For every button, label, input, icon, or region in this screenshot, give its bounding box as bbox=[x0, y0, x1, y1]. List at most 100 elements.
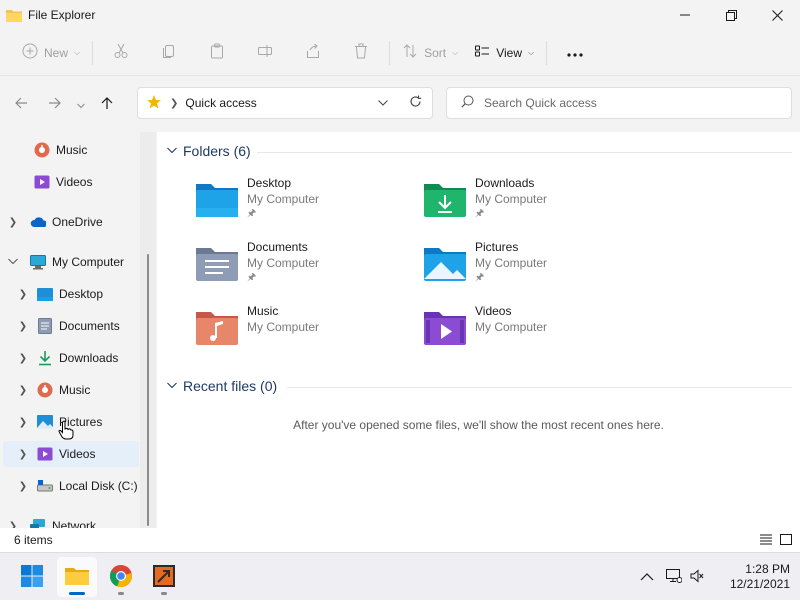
chevron-right-icon[interactable]: ❯ bbox=[17, 289, 29, 300]
paste-button[interactable] bbox=[193, 37, 241, 69]
folder-tile-music[interactable]: Music My Computer bbox=[195, 304, 405, 364]
chevron-right-icon[interactable]: ❯ bbox=[17, 385, 29, 396]
sidebar-item-documents[interactable]: ❯ Documents bbox=[3, 313, 139, 339]
tiles-view-icon[interactable] bbox=[780, 533, 792, 548]
item-count: 6 items bbox=[14, 533, 53, 547]
folders-group-header[interactable]: Folders (6) bbox=[167, 143, 251, 159]
chevron-right-icon[interactable]: ❯ bbox=[17, 353, 29, 364]
address-bar[interactable]: ❯ Quick access bbox=[137, 87, 433, 119]
breadcrumb[interactable]: Quick access bbox=[185, 96, 256, 110]
up-button[interactable] bbox=[90, 89, 124, 119]
cut-button[interactable] bbox=[97, 37, 145, 69]
taskbar-file-explorer[interactable] bbox=[57, 557, 97, 597]
search-box[interactable] bbox=[446, 87, 792, 119]
command-bar: New ⌵ Sort ⌵ View ⌵ bbox=[0, 30, 800, 76]
sidebar-item-downloads[interactable]: ❯ Downloads bbox=[3, 345, 139, 371]
volume-muted-icon[interactable] bbox=[690, 568, 704, 586]
sidebar-item-my-computer[interactable]: My Computer bbox=[3, 249, 139, 275]
music-icon bbox=[37, 382, 53, 398]
chevron-down-icon: ⌵ bbox=[527, 47, 535, 57]
folders-heading: Folders (6) bbox=[183, 143, 251, 159]
divider bbox=[92, 40, 94, 65]
back-button[interactable] bbox=[4, 89, 38, 119]
chevron-right-icon[interactable]: ❯ bbox=[7, 521, 19, 529]
pictures-folder-icon bbox=[423, 244, 467, 282]
title-bar: File Explorer bbox=[0, 0, 800, 30]
sidebar-scrollbar-thumb[interactable] bbox=[147, 254, 149, 526]
taskbar-app[interactable] bbox=[144, 557, 184, 597]
close-button[interactable] bbox=[754, 0, 800, 30]
view-button[interactable]: View ⌵ bbox=[466, 37, 542, 69]
search-input[interactable] bbox=[484, 96, 784, 110]
sidebar-item-onedrive[interactable]: ❯ OneDrive bbox=[3, 209, 139, 235]
show-hidden-icons-chevron-up-icon[interactable] bbox=[640, 570, 654, 584]
navigation-pane: Music Videos ❯ OneDrive My Computer ❯ De… bbox=[0, 132, 156, 528]
view-label: View bbox=[496, 45, 522, 60]
start-button[interactable] bbox=[12, 557, 52, 597]
chevron-right-icon[interactable]: ❯ bbox=[17, 321, 29, 332]
folder-tile-pictures[interactable]: Pictures My Computer 🖈 bbox=[423, 240, 633, 300]
chevron-right-icon[interactable]: ❯ bbox=[17, 449, 29, 460]
clock-date: 12/21/2021 bbox=[729, 577, 790, 591]
desktop-icon bbox=[37, 286, 53, 302]
chevron-right-icon[interactable]: ❯ bbox=[7, 217, 19, 228]
folder-name: Music bbox=[247, 304, 279, 318]
network-icon bbox=[30, 518, 46, 528]
delete-button[interactable] bbox=[337, 37, 385, 69]
chevron-down-icon[interactable] bbox=[378, 98, 388, 108]
sort-icon bbox=[402, 43, 418, 62]
computer-icon bbox=[30, 254, 46, 270]
folder-tile-downloads[interactable]: Downloads My Computer 🖈 bbox=[423, 176, 633, 236]
folder-name: Videos bbox=[475, 304, 512, 318]
new-button[interactable]: New ⌵ bbox=[14, 37, 88, 69]
refresh-icon[interactable] bbox=[409, 95, 422, 111]
folder-tile-documents[interactable]: Documents My Computer 🖈 bbox=[195, 240, 405, 300]
music-icon bbox=[34, 142, 50, 158]
minimize-button[interactable] bbox=[662, 0, 708, 30]
rename-button[interactable] bbox=[241, 37, 289, 69]
back-arrow-icon bbox=[14, 96, 28, 113]
chevron-down-icon bbox=[167, 381, 177, 392]
network-status-icon[interactable] bbox=[666, 568, 683, 586]
chevron-right-icon[interactable]: ❯ bbox=[17, 481, 29, 492]
taskbar-chrome[interactable] bbox=[101, 557, 141, 597]
sort-button[interactable]: Sort ⌵ bbox=[394, 37, 466, 69]
details-view-icon[interactable] bbox=[760, 533, 772, 548]
sidebar-item-music[interactable]: Music bbox=[3, 137, 139, 163]
star-icon bbox=[146, 94, 162, 113]
chevron-down-icon[interactable] bbox=[7, 257, 19, 268]
file-explorer-icon bbox=[6, 8, 22, 22]
restore-button[interactable] bbox=[708, 0, 754, 30]
sidebar-item-label: Videos bbox=[59, 447, 96, 461]
forward-button[interactable] bbox=[38, 89, 72, 119]
chevron-down-icon: ⌵ bbox=[452, 47, 459, 57]
recent-files-group-header[interactable]: Recent files (0) bbox=[167, 378, 277, 394]
sidebar-item-label: OneDrive bbox=[52, 215, 103, 229]
sidebar-item-music[interactable]: ❯ Music bbox=[3, 377, 139, 403]
chevron-right-icon[interactable]: ❯ bbox=[17, 417, 29, 428]
folder-name: Pictures bbox=[475, 240, 519, 254]
videos-icon bbox=[37, 446, 53, 462]
sidebar-item-label: Videos bbox=[56, 175, 93, 189]
delete-icon bbox=[353, 43, 369, 62]
folder-location: My Computer bbox=[475, 320, 548, 334]
sidebar-item-network[interactable]: ❯ Network bbox=[3, 513, 139, 528]
share-button[interactable] bbox=[289, 37, 337, 69]
recent-locations-button[interactable] bbox=[72, 89, 90, 119]
sidebar-item-local-disk[interactable]: ❯ Local Disk (C:) bbox=[3, 473, 139, 499]
downloads-icon bbox=[37, 350, 53, 366]
copy-button[interactable] bbox=[145, 37, 193, 69]
folder-tile-desktop[interactable]: Desktop My Computer 🖈 bbox=[195, 176, 405, 236]
sidebar-item-desktop[interactable]: ❯ Desktop bbox=[3, 281, 139, 307]
sidebar-item-videos[interactable]: ❯ Videos bbox=[3, 441, 139, 467]
desktop-folder-icon bbox=[195, 180, 239, 218]
chevron-down-icon bbox=[167, 146, 177, 157]
sort-label: Sort bbox=[424, 45, 447, 60]
drive-icon bbox=[37, 478, 53, 494]
recent-files-heading: Recent files (0) bbox=[183, 378, 278, 394]
clock[interactable]: 1:28 PM 12/21/2021 bbox=[730, 562, 790, 592]
folder-tile-videos[interactable]: Videos My Computer bbox=[423, 304, 633, 364]
more-options-button[interactable] bbox=[551, 37, 599, 69]
sidebar-item-videos[interactable]: Videos bbox=[3, 169, 139, 195]
folder-name: Downloads bbox=[475, 176, 535, 190]
